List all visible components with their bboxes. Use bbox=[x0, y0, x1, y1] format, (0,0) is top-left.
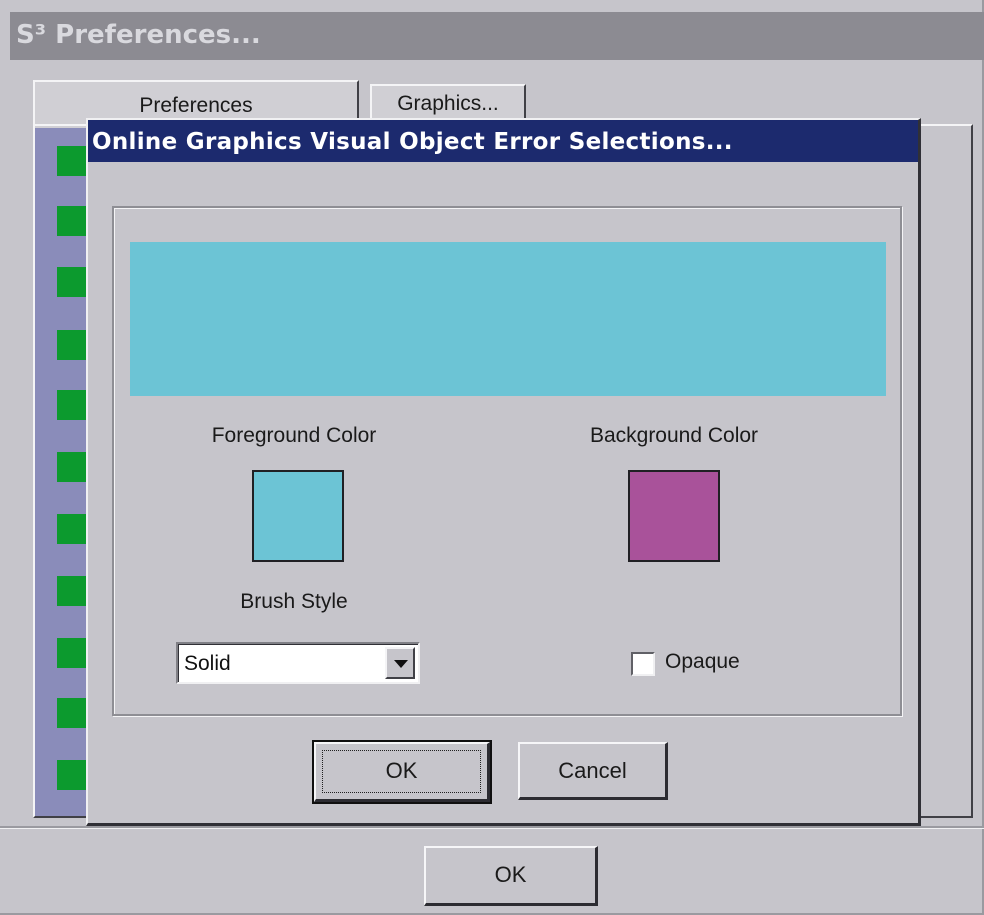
brush-style-label: Brush Style bbox=[240, 590, 348, 613]
window-ok-label: OK bbox=[494, 862, 527, 887]
opaque-label: Opaque bbox=[665, 650, 740, 673]
foreground-color-label: Foreground Color bbox=[211, 424, 377, 447]
chevron-down-icon bbox=[394, 660, 408, 668]
brush-style-value: Solid bbox=[184, 652, 231, 675]
tab-graphics-label: Graphics... bbox=[397, 92, 499, 115]
color-settings-group: Foreground Color Background Color Brush … bbox=[112, 206, 902, 716]
dialog-cancel-button[interactable]: Cancel bbox=[518, 742, 668, 800]
foreground-color-swatch[interactable] bbox=[252, 470, 344, 562]
background-color-swatch[interactable] bbox=[628, 470, 720, 562]
window-title-bar[interactable]: S³ Preferences... bbox=[10, 12, 984, 60]
window-ok-button[interactable]: OK bbox=[424, 846, 598, 906]
error-selections-dialog: Online Graphics Visual Object Error Sele… bbox=[86, 118, 921, 826]
window-title: S³ Preferences... bbox=[16, 20, 261, 50]
dialog-cancel-label: Cancel bbox=[558, 758, 627, 783]
dialog-title: Online Graphics Visual Object Error Sele… bbox=[92, 129, 733, 155]
dialog-ok-label: OK bbox=[385, 758, 418, 783]
background-color-label: Background Color bbox=[589, 424, 759, 447]
color-preview bbox=[130, 242, 886, 396]
opaque-checkbox[interactable] bbox=[631, 652, 655, 676]
dialog-ok-button[interactable]: OK bbox=[312, 740, 492, 804]
dialog-title-bar[interactable]: Online Graphics Visual Object Error Sele… bbox=[88, 120, 918, 162]
dropdown-button[interactable] bbox=[385, 647, 415, 679]
preferences-window: S³ Preferences... Preferences Graphics..… bbox=[0, 0, 984, 915]
footer-separator bbox=[0, 826, 984, 828]
tab-preferences-label: Preferences bbox=[139, 94, 253, 117]
brush-style-select[interactable]: Solid bbox=[176, 642, 420, 684]
